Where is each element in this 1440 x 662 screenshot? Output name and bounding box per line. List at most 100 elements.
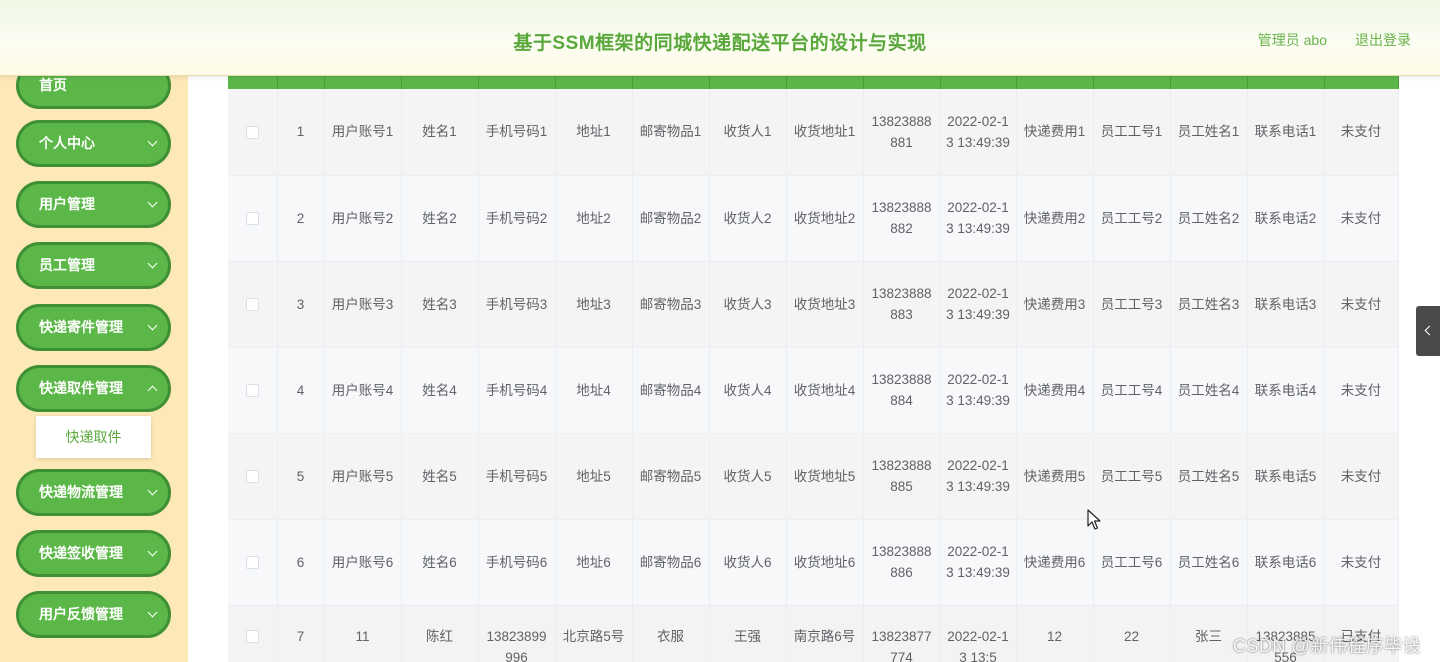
sidebar-item-label: 快递寄件管理 [39,319,123,335]
watermark: CSDN @新伟程序毕设 [1233,636,1422,656]
table-cell: 联系电话1 [1247,89,1325,176]
chevron-down-icon [147,546,158,557]
header-cell [1170,76,1248,89]
table-cell: 员工姓名5 [1170,433,1248,520]
sidebar-item-feedback-management[interactable]: 用户反馈管理 [16,591,171,638]
table-cell: 用户账号6 [324,519,402,606]
chevron-down-icon [147,485,158,496]
row-checkbox[interactable] [245,212,259,226]
sidebar-item-label: 用户反馈管理 [39,606,123,622]
table-cell: 5 [277,433,325,520]
sidebar-item-signoff-management[interactable]: 快递签收管理 [16,530,171,577]
table-cell: 员工姓名2 [1170,175,1248,262]
table-cell: 13823888884 [863,347,941,434]
sidebar-item-label: 快递签收管理 [39,545,123,561]
row-checkbox[interactable] [245,384,259,398]
header-cell [709,76,787,89]
sidebar-item-logistics-management[interactable]: 快递物流管理 [16,469,171,516]
table-cell: 未支付 [1324,89,1399,176]
sidebar-item-user-management[interactable]: 用户管理 [16,181,171,228]
table-cell: 2022-02-13 13:49:39 [940,433,1017,520]
table-cell: 收货人5 [709,433,787,520]
row-checkbox[interactable] [245,126,259,140]
sidebar-item-home[interactable]: 首页 [16,76,171,109]
table-cell: 未支付 [1324,175,1399,262]
table-cell: 收货地址6 [786,519,864,606]
mouse-cursor-icon [1087,509,1101,530]
table-cell: 用户账号5 [324,433,402,520]
table-cell: 邮寄物品5 [632,433,710,520]
table-cell: 邮寄物品2 [632,175,710,262]
table-cell: 快递费用3 [1016,261,1094,348]
table-cell: 2022-02-13 13:5 [940,605,1017,662]
table-cell: 员工工号1 [1093,89,1171,176]
table-cell: 13823888882 [863,175,941,262]
sidebar-item-personal-center[interactable]: 个人中心 [16,120,171,167]
chevron-down-icon [147,607,158,618]
table-cell: 手机号码2 [478,175,556,262]
header-cell [277,76,325,89]
table-cell: 2 [277,175,325,262]
table-cell: 联系电话3 [1247,261,1325,348]
table-row: 1 用户账号1 姓名1 手机号码1 地址1 邮寄物品1 收货人1 收货地址1 138238888… [228,89,1399,176]
table-cell: 12 [1016,605,1094,662]
side-panel-toggle[interactable] [1416,306,1440,356]
table-cell: 用户账号1 [324,89,402,176]
table-cell: 未支付 [1324,519,1399,606]
sidebar-item-pickup-management[interactable]: 快递取件管理 [16,365,171,412]
sidebar-item-label: 快递物流管理 [39,484,123,500]
table-cell: 收货人6 [709,519,787,606]
checkbox-cell [228,605,278,662]
table-cell: 4 [277,347,325,434]
table-cell: 13823877774 [863,605,941,662]
checkbox-cell [228,261,278,348]
table-cell: 手机号码1 [478,89,556,176]
table-cell: 南京路6号 [786,605,864,662]
table-cell: 快递费用4 [1016,347,1094,434]
table-cell: 收货人1 [709,89,787,176]
table-cell: 姓名3 [401,261,479,348]
sidebar-menu: 首页 个人中心 用户管理 员工管理 快递寄件管理 快递取件管理 快递取件 快递物… [0,76,188,662]
chevron-down-icon [147,197,158,208]
table-header [228,76,1399,89]
main-content: 1 用户账号1 姓名1 手机号码1 地址1 邮寄物品1 收货人1 收货地址1 138238888… [188,76,1440,662]
table-row: 4 用户账号4 姓名4 手机号码4 地址4 邮寄物品4 收货人4 收货地址4 138238888… [228,347,1399,434]
chevron-down-icon [147,136,158,147]
table-cell: 3 [277,261,325,348]
row-checkbox[interactable] [245,556,259,570]
table-cell: 收货地址2 [786,175,864,262]
logout-link[interactable]: 退出登录 [1355,30,1411,50]
table-cell: 用户账号3 [324,261,402,348]
table-cell: 2022-02-13 13:49:39 [940,261,1017,348]
table-cell: 用户账号2 [324,175,402,262]
table-cell: 22 [1093,605,1171,662]
checkbox-cell [228,433,278,520]
table-cell: 地址2 [555,175,633,262]
table-cell: 未支付 [1324,347,1399,434]
header-cell [632,76,710,89]
sidebar-item-send-management[interactable]: 快递寄件管理 [16,304,171,351]
table-row: 7 11 陈红 13823899996 北京路5号 衣服 王强 南京路6号 1382387777… [228,605,1399,662]
table-cell: 姓名4 [401,347,479,434]
table-cell: 员工姓名1 [1170,89,1248,176]
table-cell: 员工工号4 [1093,347,1171,434]
table-row: 2 用户账号2 姓名2 手机号码2 地址2 邮寄物品2 收货人2 收货地址2 138238888… [228,175,1399,262]
row-checkbox[interactable] [245,470,259,484]
table-cell: 员工工号6 [1093,519,1171,606]
sidebar-item-label: 用户管理 [39,196,95,212]
table-cell: 未支付 [1324,261,1399,348]
table-cell: 手机号码4 [478,347,556,434]
row-checkbox[interactable] [245,298,259,312]
sidebar-item-label: 个人中心 [39,135,95,151]
table-cell: 13823888883 [863,261,941,348]
data-table: 1 用户账号1 姓名1 手机号码1 地址1 邮寄物品1 收货人1 收货地址1 138238888… [228,76,1399,662]
header-cell [1247,76,1325,89]
submenu-item-pickup[interactable]: 快递取件 [36,416,151,458]
row-checkbox[interactable] [245,630,259,644]
table-cell: 收货人3 [709,261,787,348]
table-cell: 13823888881 [863,89,941,176]
table-cell: 未支付 [1324,433,1399,520]
sidebar-item-staff-management[interactable]: 员工管理 [16,242,171,289]
header-cell [555,76,633,89]
table-cell: 联系电话4 [1247,347,1325,434]
